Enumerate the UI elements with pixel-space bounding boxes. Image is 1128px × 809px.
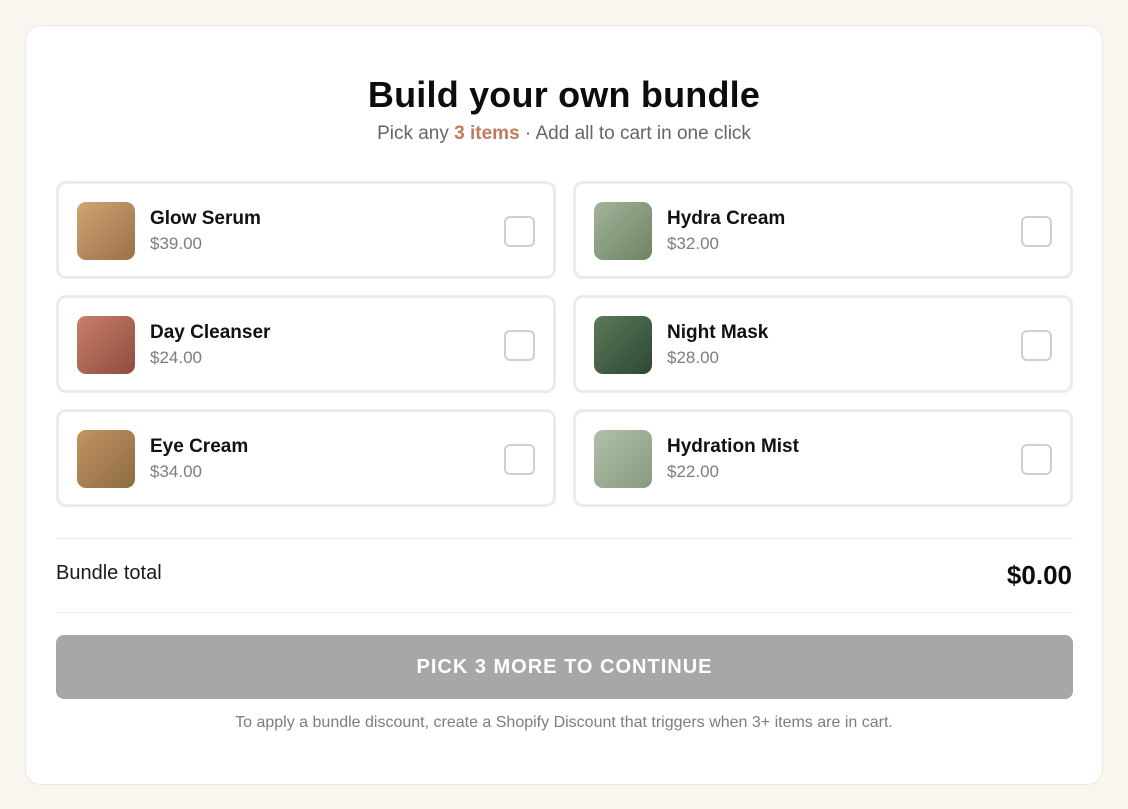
product-card-night-mask[interactable]: Night Mask $28.00	[573, 295, 1073, 393]
continue-button[interactable]: PICK 3 MORE TO CONTINUE	[56, 635, 1073, 699]
product-price: $22.00	[667, 462, 719, 481]
product-price: $32.00	[667, 234, 719, 253]
select-checkbox[interactable]	[1021, 216, 1052, 247]
bundle-total-label: Bundle total	[56, 562, 162, 584]
discount-note: To apply a bundle discount, create a Sho…	[235, 714, 893, 731]
bundle-total-value: $0.00	[1006, 560, 1072, 590]
select-checkbox[interactable]	[1021, 444, 1052, 475]
subtitle-item-count: 3 items	[454, 123, 520, 144]
product-card-hydration-mist[interactable]: Hydration Mist $22.00	[573, 409, 1073, 507]
subtitle-suffix: · Add all to cart in one click	[519, 123, 751, 144]
product-image	[77, 202, 135, 260]
product-card-hydra-cream[interactable]: Hydra Cream $32.00	[573, 181, 1073, 279]
product-price: $28.00	[667, 348, 719, 367]
product-image	[594, 202, 652, 260]
product-grid: Glow Serum $39.00 Hydra Cream $32.00 Day…	[56, 181, 1073, 507]
product-price: $34.00	[150, 462, 202, 481]
page-title: Build your own bundle	[367, 74, 761, 115]
product-name: Glow Serum	[150, 208, 261, 229]
divider	[56, 612, 1073, 613]
select-checkbox[interactable]	[504, 216, 535, 247]
product-image	[594, 316, 652, 374]
product-image	[77, 430, 135, 488]
product-name: Night Mask	[667, 322, 769, 343]
product-image	[77, 316, 135, 374]
product-image	[594, 430, 652, 488]
divider	[56, 538, 1073, 539]
product-name: Hydration Mist	[667, 436, 799, 457]
product-price: $39.00	[150, 234, 202, 253]
product-card-day-cleanser[interactable]: Day Cleanser $24.00	[56, 295, 556, 393]
select-checkbox[interactable]	[504, 444, 535, 475]
product-card-eye-cream[interactable]: Eye Cream $34.00	[56, 409, 556, 507]
bundle-card: Build your own bundle Pick any 3 items ·…	[25, 25, 1103, 785]
product-name: Hydra Cream	[667, 208, 786, 229]
select-checkbox[interactable]	[504, 330, 535, 361]
product-card-glow-serum[interactable]: Glow Serum $39.00	[56, 181, 556, 279]
select-checkbox[interactable]	[1021, 330, 1052, 361]
subtitle-prefix: Pick any	[377, 123, 455, 144]
product-price: $24.00	[150, 348, 202, 367]
product-name: Eye Cream	[150, 436, 249, 457]
product-name: Day Cleanser	[150, 322, 271, 343]
page-subtitle: Pick any 3 items · Add all to cart in on…	[26, 123, 1102, 145]
